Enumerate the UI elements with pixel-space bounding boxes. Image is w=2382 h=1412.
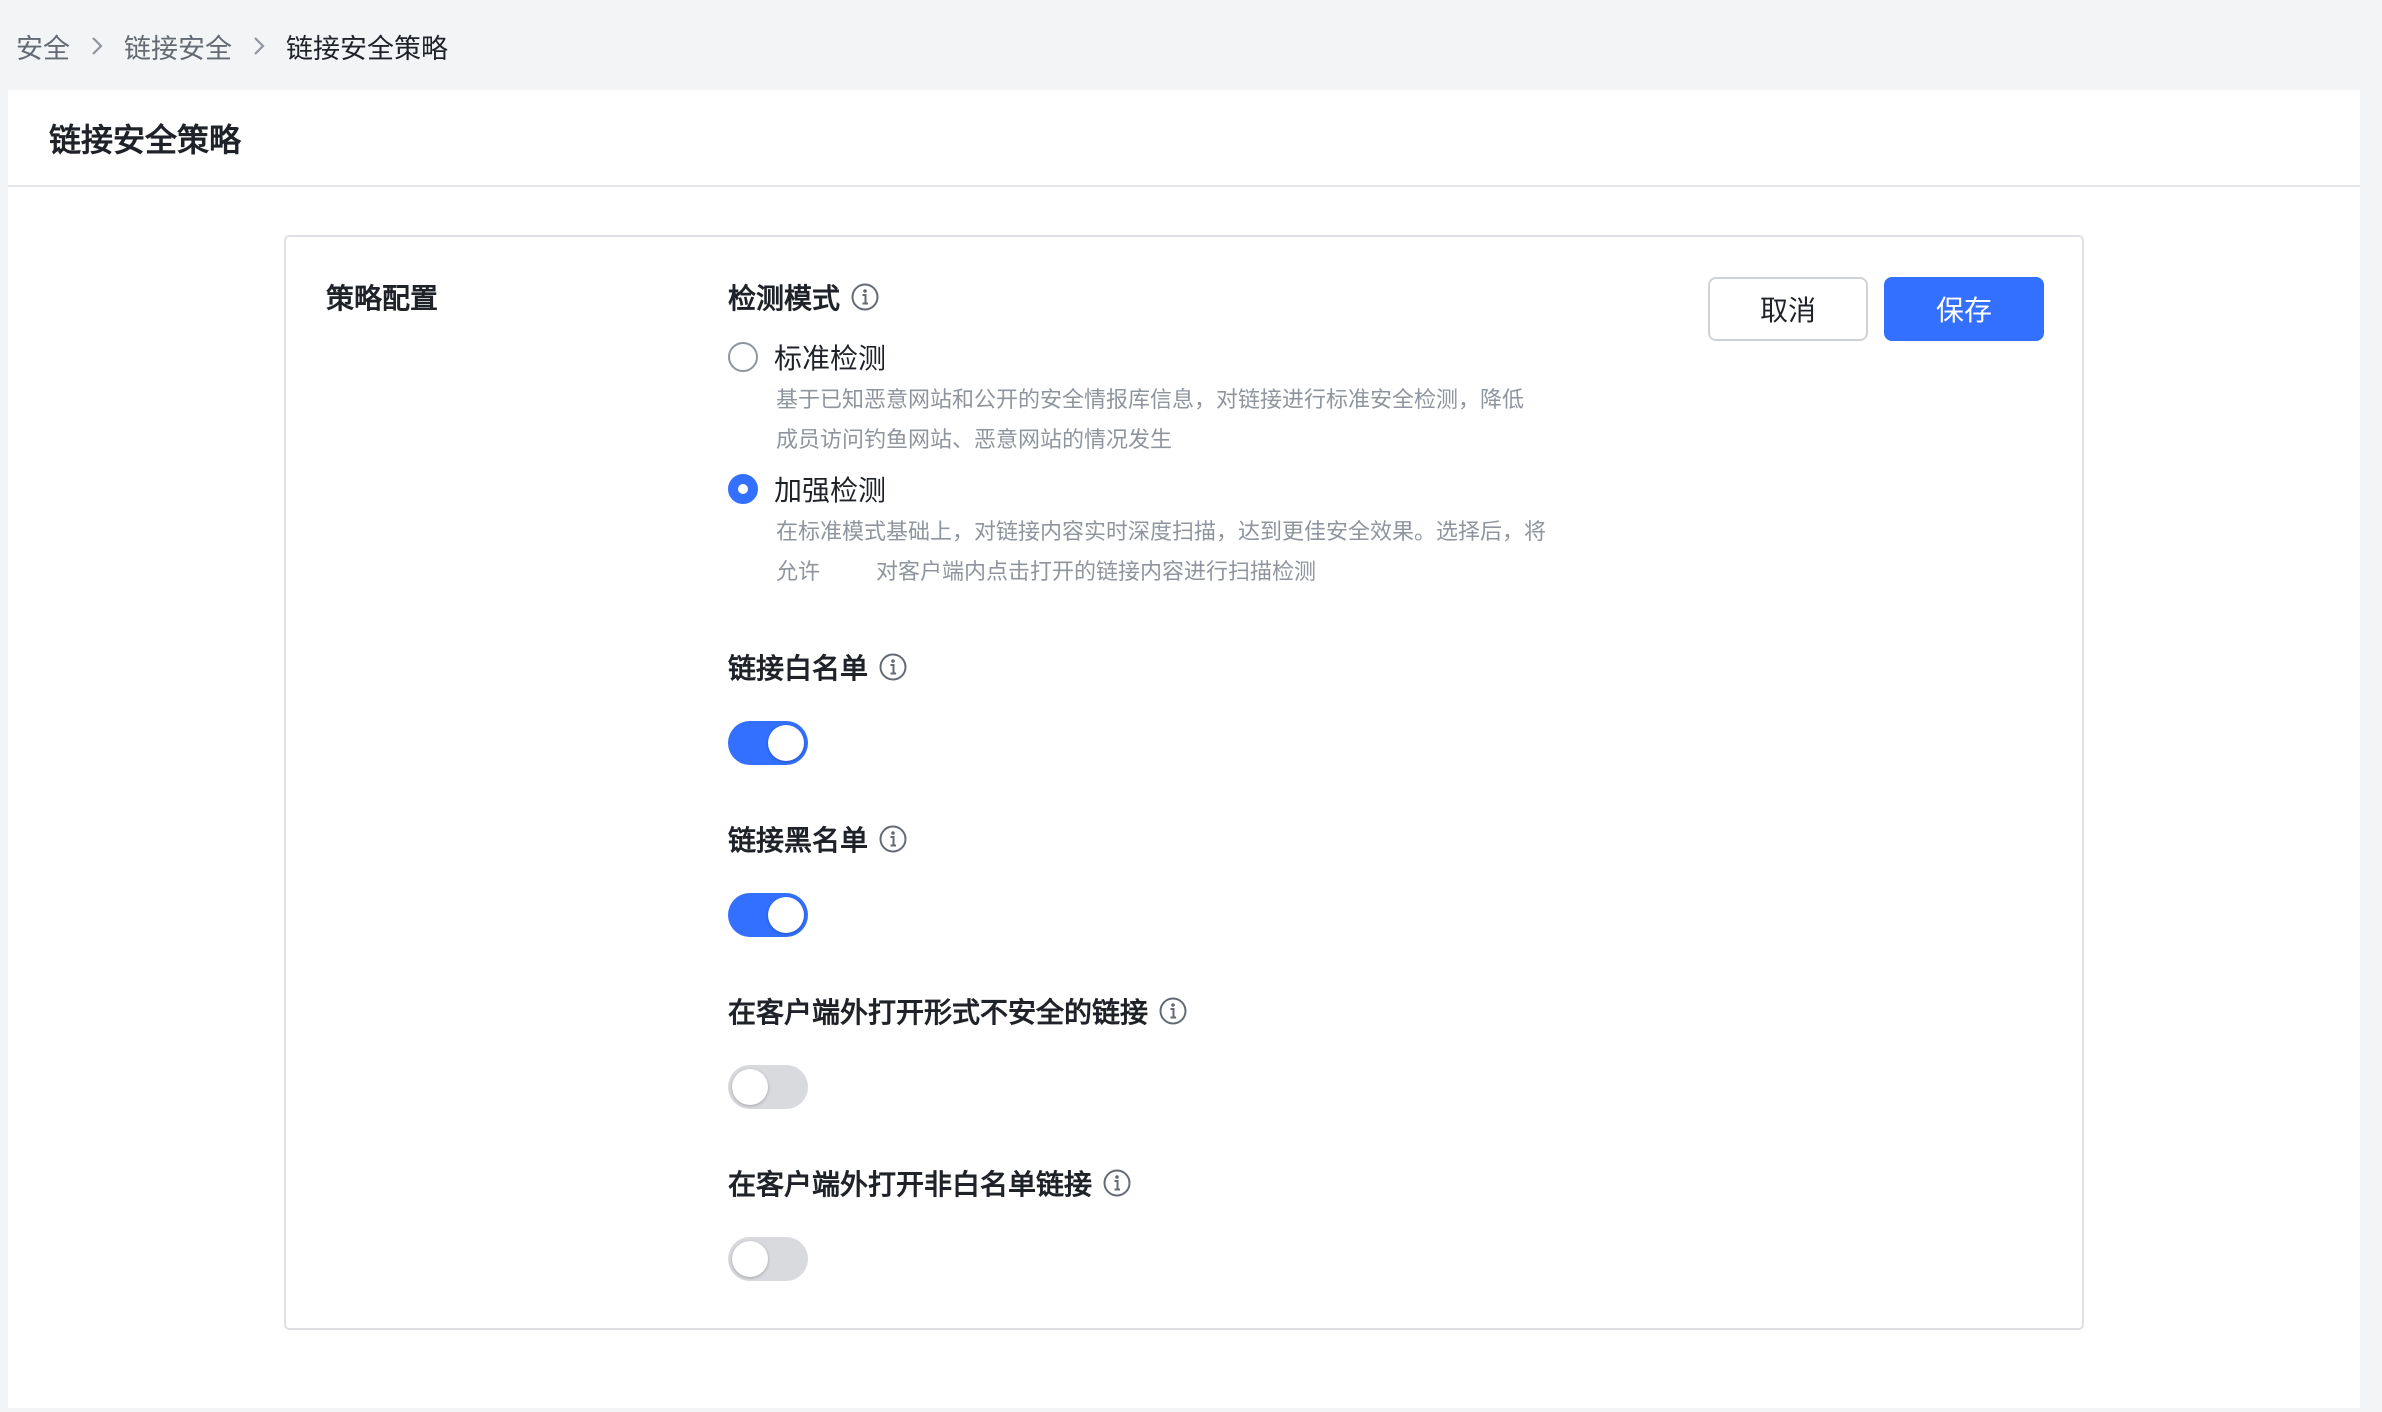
toggle-knob bbox=[732, 1241, 768, 1277]
link-whitelist-label-text: 链接白名单 bbox=[728, 652, 869, 685]
description-line: 在标准模式基础上，对链接内容实时深度扫描，达到更佳安全效果。选择后，将 bbox=[776, 520, 1547, 545]
radio-standard-detection[interactable]: 标准检测 bbox=[728, 337, 886, 377]
info-icon[interactable] bbox=[878, 824, 908, 854]
enhanced-detection-description: 在标准模式基础上，对链接内容实时深度扫描，达到更佳安全效果。选择后，将 允许 对… bbox=[776, 513, 1656, 593]
open-non-whitelist-links-externally-label: 在客户端外打开非白名单链接 bbox=[728, 1163, 1132, 1203]
detection-mode-label-text: 检测模式 bbox=[728, 282, 841, 315]
radio-label[interactable]: 标准检测 bbox=[774, 337, 886, 377]
chevron-right-icon bbox=[90, 36, 104, 56]
save-button[interactable]: 保存 bbox=[1884, 277, 2044, 341]
panel-header: 链接安全策略 bbox=[8, 90, 2360, 187]
breadcrumb-item-current: 链接安全策略 bbox=[286, 33, 448, 65]
description-line: 允许 对客户端内点击打开的链接内容进行扫描检测 bbox=[776, 560, 1316, 585]
info-icon[interactable] bbox=[1158, 996, 1188, 1026]
open-non-whitelist-links-externally-toggle[interactable] bbox=[728, 1237, 808, 1281]
open-unsafe-links-externally-label-text: 在客户端外打开形式不安全的链接 bbox=[728, 996, 1149, 1029]
info-icon[interactable] bbox=[878, 652, 908, 682]
breadcrumb-item-security[interactable]: 安全 bbox=[16, 27, 70, 66]
link-whitelist-toggle[interactable] bbox=[728, 721, 808, 765]
info-icon[interactable] bbox=[850, 282, 880, 312]
info-icon[interactable] bbox=[1102, 1168, 1132, 1198]
toggle-knob bbox=[732, 1069, 768, 1105]
description-line: 成员访问钓鱼网站、恶意网站的情况发生 bbox=[776, 428, 1173, 453]
radio-enhanced-detection[interactable]: 加强检测 bbox=[728, 469, 886, 509]
link-blacklist-label-text: 链接黑名单 bbox=[728, 824, 869, 857]
link-blacklist-label: 链接黑名单 bbox=[728, 819, 908, 859]
chevron-right-icon bbox=[252, 36, 266, 56]
section-title: 策略配置 bbox=[326, 282, 439, 315]
radio-button[interactable] bbox=[728, 342, 758, 372]
radio-label[interactable]: 加强检测 bbox=[774, 469, 886, 509]
policy-config-card: 策略配置 取消 保存 检测模式 标准检测 基于已知恶意网站和公开的安全情报库信息… bbox=[284, 235, 2084, 1330]
cancel-button[interactable]: 取消 bbox=[1708, 277, 1868, 341]
open-unsafe-links-externally-label: 在客户端外打开形式不安全的链接 bbox=[728, 991, 1188, 1031]
detection-mode-label: 检测模式 bbox=[728, 277, 880, 317]
radio-button-checked[interactable] bbox=[728, 474, 758, 504]
page-title: 链接安全策略 bbox=[49, 120, 242, 159]
open-unsafe-links-externally-toggle[interactable] bbox=[728, 1065, 808, 1109]
link-blacklist-toggle[interactable] bbox=[728, 893, 808, 937]
description-line: 基于已知恶意网站和公开的安全情报库信息，对链接进行标准安全检测，降低 bbox=[776, 388, 1525, 413]
main-panel: 链接安全策略 策略配置 取消 保存 检测模式 标准检测 基于已知恶意网站和公开的… bbox=[8, 90, 2360, 1408]
toggle-knob bbox=[768, 897, 804, 933]
breadcrumb-item-link-security[interactable]: 链接安全 bbox=[124, 27, 232, 66]
link-whitelist-label: 链接白名单 bbox=[728, 647, 908, 687]
toggle-knob bbox=[768, 725, 804, 761]
open-non-whitelist-links-externally-label-text: 在客户端外打开非白名单链接 bbox=[728, 1168, 1093, 1201]
breadcrumb: 安全 链接安全 链接安全策略 bbox=[16, 24, 448, 68]
standard-detection-description: 基于已知恶意网站和公开的安全情报库信息，对链接进行标准安全检测，降低 成员访问钓… bbox=[776, 381, 1656, 461]
